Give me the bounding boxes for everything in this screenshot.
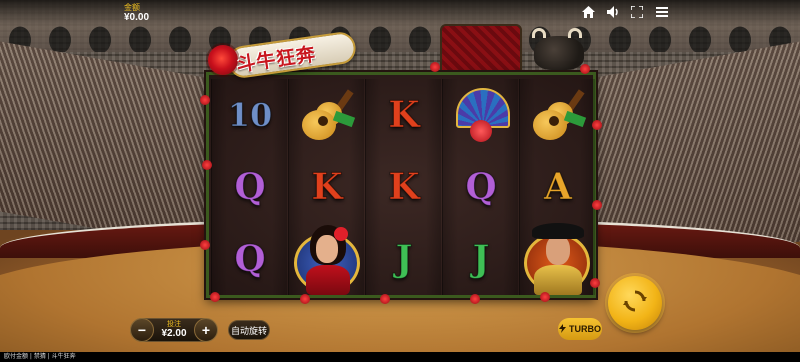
autospin-button[interactable]: 自动旋转 <box>228 320 270 340</box>
rose-icon <box>540 292 550 302</box>
reel-1: 10 Q Q <box>211 79 287 295</box>
footer-bar: 欧付金额 | 禁猜 | 斗牛狂奔 <box>0 352 800 362</box>
reel-2: K <box>288 79 364 295</box>
rose-icon <box>208 45 238 75</box>
reel-3-symbol-1: K <box>388 94 420 137</box>
rose-icon <box>430 62 440 72</box>
bet-value: ¥2.00 <box>161 328 187 339</box>
top-bar: 金额 ¥0.00 <box>0 0 800 26</box>
rose-icon <box>200 240 210 250</box>
spin-arrows-icon <box>622 288 648 319</box>
balance-label: 金额 <box>124 3 140 12</box>
decor-red-panel <box>440 24 522 72</box>
guitar-icon <box>520 79 596 151</box>
balance-display: 金额 ¥0.00 <box>124 3 149 24</box>
bull-icon <box>528 22 588 72</box>
bet-increase-button[interactable]: + <box>194 318 218 342</box>
reel-1-symbol-3: Q <box>234 238 266 281</box>
reel-5: A <box>519 79 595 295</box>
rose-icon <box>210 292 220 302</box>
bet-decrease-button[interactable]: − <box>130 318 154 342</box>
reel-1-symbol-1: 10 <box>227 96 273 135</box>
turbo-label: TURBO <box>569 324 601 334</box>
spin-button[interactable] <box>608 276 662 330</box>
rose-icon <box>592 120 602 130</box>
reel-2-symbol-2: K <box>311 166 343 209</box>
rose-icon <box>380 294 390 304</box>
reel-grid: 10 Q Q K K K J Q J A <box>206 72 596 298</box>
rose-icon <box>202 160 212 170</box>
rose-icon <box>580 64 590 74</box>
rose-icon <box>470 294 480 304</box>
reel-1-symbol-2: Q <box>234 166 266 209</box>
rose-icon <box>590 278 600 288</box>
fullscreen-icon[interactable] <box>630 5 644 19</box>
rose-icon <box>200 95 210 105</box>
rose-icon <box>300 294 310 304</box>
reel-4: Q J <box>442 79 518 295</box>
home-icon[interactable] <box>581 5 595 19</box>
rose-icon <box>592 200 602 210</box>
balance-value: ¥0.00 <box>124 12 150 23</box>
guitar-icon <box>289 79 365 151</box>
reel-3-symbol-3: J <box>395 238 413 281</box>
reel-5-symbol-2: A <box>544 166 573 209</box>
reel-3-symbol-2: K <box>388 166 420 209</box>
dancer-icon <box>289 223 365 295</box>
game-logo: 斗牛狂奔 <box>206 27 358 85</box>
reel-3: K K J <box>365 79 441 295</box>
turbo-button[interactable]: TURBO <box>558 318 602 340</box>
lightning-icon <box>559 323 566 335</box>
reel-4-symbol-3: J <box>472 238 490 281</box>
sound-icon[interactable] <box>606 5 620 19</box>
menu-icon[interactable] <box>655 5 669 19</box>
reel-4-symbol-2: Q <box>465 166 497 209</box>
fan-icon <box>443 79 519 151</box>
torero-icon <box>520 223 596 295</box>
